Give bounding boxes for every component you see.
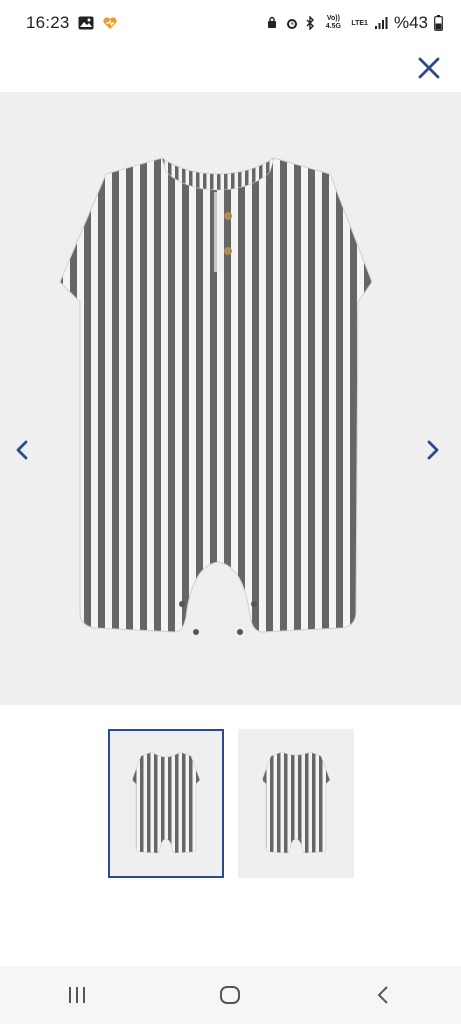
romper-back-thumbnail: [261, 751, 331, 853]
status-right: Vo)) 4.5G LTE1 %43: [265, 13, 443, 33]
thumbnail-front[interactable]: [108, 729, 224, 878]
product-main-image[interactable]: [0, 92, 461, 705]
thumbnail-strip: [108, 729, 354, 878]
bluetooth-icon: [305, 16, 315, 30]
romper-front-thumbnail: [131, 751, 201, 853]
home-icon: [220, 986, 241, 1004]
previous-image-button[interactable]: [10, 436, 34, 464]
romper-front-image: [59, 157, 373, 635]
status-bar: 16:23 Vo)) 4.5G LTE1 %43: [0, 0, 461, 46]
gallery-notification-icon: [78, 16, 94, 30]
signal-icon: [374, 16, 388, 30]
close-button[interactable]: [413, 52, 445, 84]
status-left: 16:23: [26, 13, 118, 33]
battery-icon: [434, 15, 443, 31]
close-icon: [418, 57, 440, 79]
alarm-lock-icon: [265, 16, 279, 30]
recent-apps-icon: [68, 987, 85, 1003]
system-navigation-bar: [0, 966, 461, 1024]
thumbnail-back[interactable]: [238, 729, 354, 878]
recent-apps-button[interactable]: [47, 975, 107, 1015]
chevron-right-icon: [427, 440, 439, 460]
back-button[interactable]: [354, 975, 414, 1015]
alarm-icon: [285, 16, 299, 30]
chevron-left-icon: [16, 440, 28, 460]
network-lte: LTE1: [351, 19, 368, 27]
status-time: 16:23: [26, 13, 70, 32]
back-icon: [377, 986, 388, 1004]
network-volte: Vo)) 4.5G: [325, 15, 341, 30]
next-image-button[interactable]: [421, 436, 445, 464]
heart-app-icon: [102, 16, 118, 30]
home-button[interactable]: [200, 975, 260, 1015]
battery-percent: %43: [393, 13, 428, 32]
